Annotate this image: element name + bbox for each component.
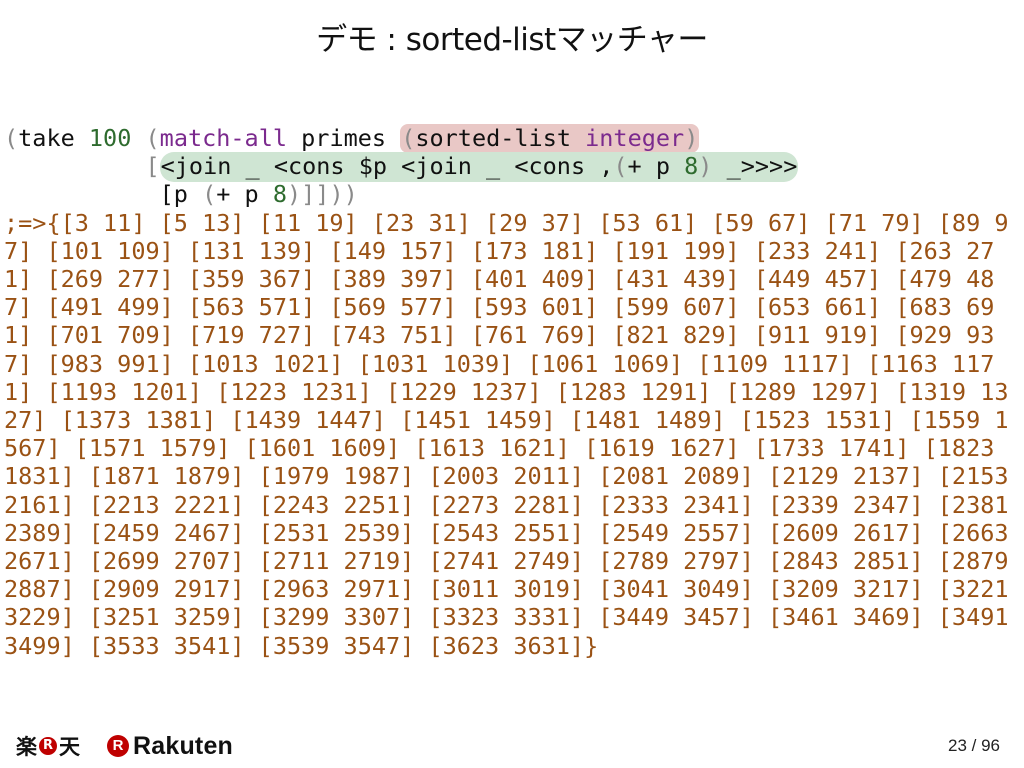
pattern-highlight: <join _ <cons $p <join _ <cons ,(+ p 8) … xyxy=(159,152,799,183)
pattern-paren-close: ) xyxy=(698,152,713,181)
code-line-3: [p (+ p 8)]])) xyxy=(4,180,1020,208)
logo-jp-char-left: 楽 xyxy=(16,735,37,759)
sorted-list-symbol: sorted-list xyxy=(415,124,586,152)
result-output: ;=>{[3 11] [5 13] [11 19] [23 31] [29 37… xyxy=(4,208,1009,660)
pattern-number-8: 8 xyxy=(684,152,699,181)
page-number: 23 / 96 xyxy=(948,736,1000,756)
paren-open: ( xyxy=(4,124,19,152)
pattern-text: <join _ <cons $p <join _ <cons , xyxy=(160,152,614,181)
primes-symbol: primes xyxy=(287,124,401,152)
brand-name: Rakuten xyxy=(133,731,234,760)
paren-open-2: ( xyxy=(145,124,160,152)
brand-r-icon: R xyxy=(107,735,129,757)
logo-r-icon: R xyxy=(39,737,57,755)
code-line-2: [<join _ <cons $p <join _ <cons ,(+ p 8)… xyxy=(4,152,1020,183)
code-block: (take 100 (match-all primes (sorted-list… xyxy=(4,124,1020,660)
pattern-tail: _>>>> xyxy=(712,152,798,181)
body-number-8: 8 xyxy=(272,180,287,209)
rakuten-en-logo: R Rakuten xyxy=(107,732,233,760)
take-symbol: take xyxy=(18,124,89,152)
highlight-paren-open: ( xyxy=(401,124,416,152)
body-paren-open: ( xyxy=(202,180,217,209)
pattern-plus: + p xyxy=(627,152,685,181)
closing-parens: )]])) xyxy=(287,180,358,209)
page-total: 96 xyxy=(981,736,1000,755)
rakuten-jp-logo: 楽 R 天 xyxy=(16,732,80,760)
highlight-paren-close: ) xyxy=(684,124,699,152)
sorted-list-highlight: (sorted-list integer) xyxy=(400,124,700,153)
integer-keyword: integer xyxy=(585,124,685,152)
bracket-open: [ xyxy=(145,152,160,181)
page-current: 23 xyxy=(947,736,967,755)
logo-jp-char-right: 天 xyxy=(59,735,80,759)
match-all-keyword: match-all xyxy=(159,124,288,152)
page-separator: / xyxy=(966,736,982,755)
slide-title: デモ : sorted-listマッチャー xyxy=(316,22,708,58)
body-text: [p xyxy=(159,180,203,209)
number-100: 100 xyxy=(88,124,132,152)
body-plus: + p xyxy=(216,180,273,209)
code-line-1: (take 100 (match-all primes (sorted-list… xyxy=(4,124,1020,153)
pattern-paren-open: ( xyxy=(613,152,628,181)
